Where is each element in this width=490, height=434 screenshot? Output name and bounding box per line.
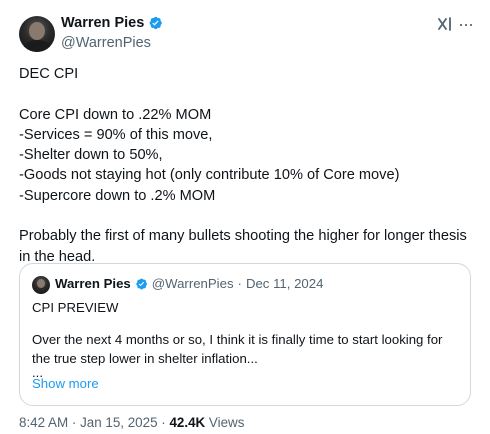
quoted-date: Dec 11, 2024 bbox=[245, 276, 324, 291]
quoted-author-avatar bbox=[32, 276, 50, 294]
post-line: -Shelter down to 50%, bbox=[19, 147, 163, 164]
post-card: Warren Pies @WarrenPies ··· DEC CPI Core… bbox=[0, 0, 490, 434]
show-more-link[interactable]: Show more bbox=[32, 376, 99, 391]
grok-icon[interactable] bbox=[437, 16, 453, 32]
post-line: -Supercore down to .2% MOM bbox=[19, 187, 216, 204]
post-time[interactable]: 8:42 AM bbox=[19, 415, 68, 430]
quoted-author-name: Warren Pies bbox=[55, 276, 131, 291]
post-text: DEC CPI Core CPI down to .22% MOM -Servi… bbox=[19, 64, 475, 267]
quoted-header: Warren Pies @WarrenPies · Dec 11, 2024 bbox=[55, 276, 323, 291]
author-handle[interactable]: @WarrenPies bbox=[61, 35, 151, 51]
author-name[interactable]: Warren Pies bbox=[61, 15, 144, 31]
post-line: Core CPI down to .22% MOM bbox=[19, 106, 212, 123]
post-date[interactable]: Jan 15, 2025 bbox=[80, 415, 157, 430]
verified-badge-icon bbox=[149, 16, 163, 30]
post-meta: 8:42 AM · Jan 15, 2025 · 42.4K Views bbox=[19, 415, 244, 430]
post-line: Probably the first of many bullets shoot… bbox=[19, 228, 467, 265]
post-line: -Goods not staying hot (only contribute … bbox=[19, 167, 400, 184]
quoted-body: Over the next 4 months or so, I think it… bbox=[32, 332, 443, 366]
author-avatar[interactable] bbox=[19, 16, 55, 52]
meta-separator: · bbox=[71, 415, 77, 430]
views-label: Views bbox=[208, 415, 245, 430]
avatar-head bbox=[29, 22, 45, 40]
more-icon[interactable]: ··· bbox=[458, 14, 474, 35]
author-name-row: Warren Pies bbox=[61, 15, 163, 31]
avatar-head bbox=[37, 279, 45, 288]
quoted-separator: · bbox=[237, 276, 242, 291]
quoted-author-handle: @WarrenPies bbox=[151, 276, 234, 291]
verified-badge-icon bbox=[136, 278, 147, 289]
quoted-post[interactable]: Warren Pies @WarrenPies · Dec 11, 2024 C… bbox=[19, 263, 471, 406]
avatar-body bbox=[23, 40, 51, 52]
quoted-text: CPI PREVIEW Over the next 4 months or so… bbox=[32, 299, 457, 380]
quoted-title: CPI PREVIEW bbox=[32, 300, 119, 315]
views-count: 42.4K bbox=[169, 415, 206, 430]
meta-separator: · bbox=[161, 415, 166, 430]
post-line: DEC CPI bbox=[19, 66, 79, 82]
post-line: -Services = 90% of this move, bbox=[19, 126, 213, 143]
